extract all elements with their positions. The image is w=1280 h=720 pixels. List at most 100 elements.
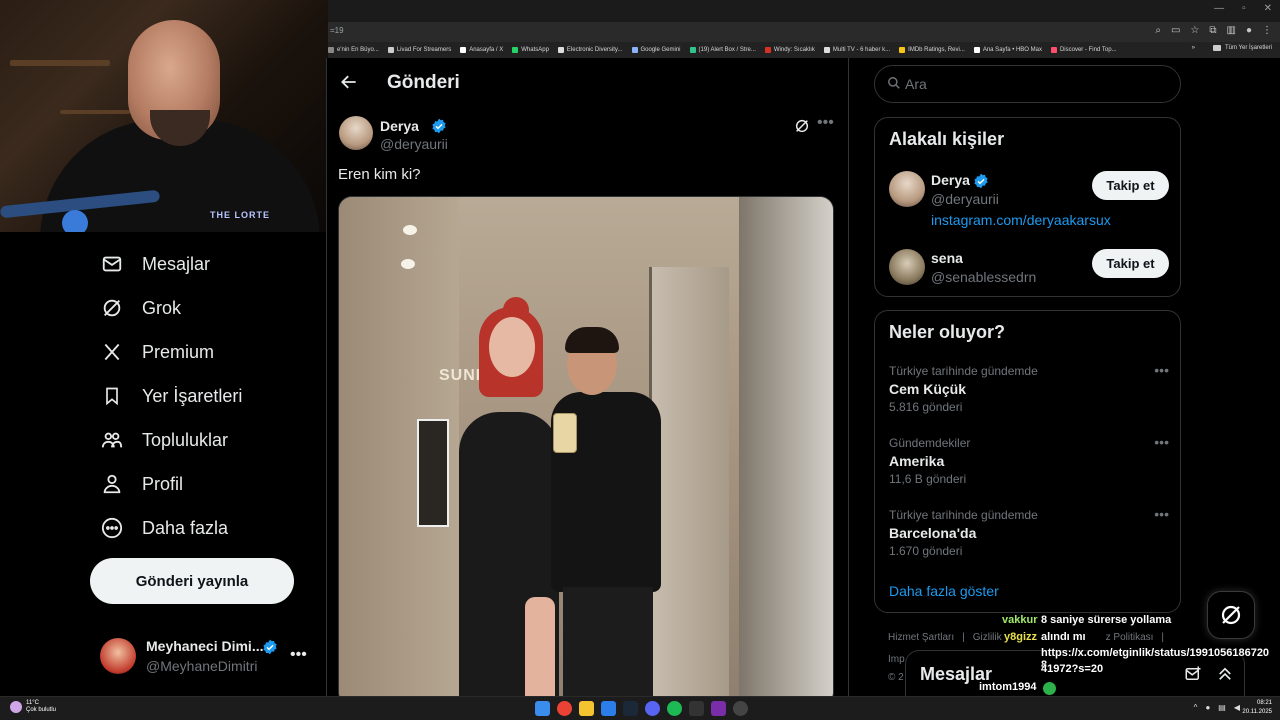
bookmarks-right: » Tüm Yer İşaretleri <box>1192 45 1272 51</box>
bookmark-favicon-icon <box>460 47 467 53</box>
sidebar-item-premium[interactable]: Premium <box>100 340 214 364</box>
file-explorer-icon[interactable] <box>579 701 594 716</box>
related-person[interactable]: Derya @deryaurii instagram.com/deryaakar… <box>889 171 1169 231</box>
screen: — ▫ ✕ =19 ⌕ ▭ ☆ ⧉ ▥ ● ⋮ e'nin En Büyo...… <box>0 0 1280 720</box>
bookmark-item[interactable]: Multi TV - 6 haber k... <box>823 47 890 53</box>
bookmark-item[interactable]: IMDb Ratings, Revi... <box>899 47 965 53</box>
start-icon[interactable] <box>535 701 550 716</box>
tray-chevron-icon[interactable]: ^ <box>1194 703 1198 712</box>
bookmark-item[interactable]: Discover - Find Top... <box>1050 47 1117 53</box>
author-name[interactable]: Derya <box>380 118 419 134</box>
address-bar[interactable]: =19 ⌕ ▭ ☆ ⧉ ▥ ● ⋮ <box>328 22 1280 42</box>
bookmark-item[interactable]: e'nin En Büyo... <box>328 47 379 53</box>
back-arrow-icon[interactable] <box>339 72 363 96</box>
bookmark-item[interactable]: Electronic Diversity... <box>557 47 623 53</box>
author-handle[interactable]: @deryaurii <box>380 136 448 152</box>
zoom-icon[interactable]: ⌕ <box>1155 25 1161 36</box>
author-avatar[interactable] <box>339 116 373 150</box>
minimize-icon[interactable]: — <box>1214 3 1224 14</box>
taskbar-clock[interactable]: 08:21 20.11.2025 <box>1242 699 1272 717</box>
person-handle[interactable]: @deryaurii <box>931 191 999 207</box>
sidebar-item-communities[interactable]: Topluluklar <box>100 428 228 452</box>
photo-wall-sign: SUNI <box>439 367 482 384</box>
bookmark-item[interactable]: Google Gemini <box>631 47 681 53</box>
volume-icon[interactable]: ◀ <box>1234 703 1240 712</box>
x-logo-icon <box>100 340 124 364</box>
footer-imprint[interactable]: Imp <box>888 654 905 665</box>
app-icon[interactable] <box>601 701 616 716</box>
sidebar-item-profile[interactable]: Profil <box>100 472 183 496</box>
trend-item[interactable]: Türkiye tarihinde gündemde Cem Küçük 5.8… <box>889 362 1169 420</box>
spotify-icon[interactable] <box>667 701 682 716</box>
close-icon[interactable]: ✕ <box>1264 3 1272 14</box>
trend-more-icon[interactable]: ••• <box>1154 362 1169 378</box>
steam-icon[interactable] <box>623 701 638 716</box>
bookmark-item[interactable]: Anasayfa / X <box>460 47 503 53</box>
extensions-icon[interactable]: ⧉ <box>1209 25 1216 36</box>
person-handle[interactable]: @senablessedrn <box>931 269 1036 285</box>
person-name[interactable]: Derya <box>931 172 970 188</box>
chat-username: imtom1994 <box>979 681 1037 693</box>
star-icon[interactable]: ☆ <box>1190 25 1199 36</box>
sidebar-item-more[interactable]: Daha fazla <box>100 516 228 540</box>
grok-explain-icon[interactable] <box>794 118 810 139</box>
obs-icon[interactable] <box>733 701 748 716</box>
grok-floating-button[interactable] <box>1207 591 1255 639</box>
footer-privacy-link[interactable]: Gizlilik <box>973 632 1002 643</box>
menu-icon[interactable]: ⋮ <box>1262 25 1272 36</box>
mic-icon[interactable]: ● <box>1205 703 1210 712</box>
bookmark-item[interactable]: (19) Alert Box / Stre... <box>689 47 756 53</box>
post-more-icon[interactable]: ••• <box>817 114 834 132</box>
weather-widget[interactable]: 11°C Çok bulutlu <box>10 700 56 714</box>
bookmark-item[interactable]: Ana Sayfa • HBO Max <box>973 47 1042 53</box>
bookmark-item[interactable]: Windy: Sıcaklık <box>764 47 815 53</box>
person-bio-link[interactable]: instagram.com/deryaakarsux <box>931 212 1111 228</box>
bookmark-label: Discover - Find Top... <box>1059 47 1117 53</box>
all-bookmarks-link[interactable]: Tüm Yer İşaretleri <box>1225 45 1272 51</box>
sidebar-item-label: Topluluklar <box>142 429 229 450</box>
discord-icon[interactable] <box>645 701 660 716</box>
follow-button[interactable]: Takip et <box>1092 171 1169 200</box>
chrome-icon[interactable] <box>557 701 572 716</box>
profile-icon[interactable]: ● <box>1246 25 1252 36</box>
person-avatar[interactable] <box>889 249 925 285</box>
person-avatar[interactable] <box>889 171 925 207</box>
account-switcher[interactable]: Meyhaneci Dimi... @MeyhaneDimitri ••• <box>100 632 310 680</box>
account-handle: @MeyhaneDimitri <box>146 658 258 674</box>
bookmark-item[interactable]: WhatsApp <box>512 47 549 53</box>
related-person[interactable]: sena @senablessedrn Takip et <box>889 249 1169 309</box>
bookmark-item[interactable]: Livad For Streamers <box>387 47 451 53</box>
account-avatar <box>100 638 136 674</box>
sidebar-item-messages[interactable]: Mesajlar <box>100 252 210 276</box>
window-controls: — ▫ ✕ <box>1214 3 1272 14</box>
show-more-link[interactable]: Daha fazla göster <box>889 583 999 599</box>
grok-icon <box>100 296 124 320</box>
trend-item[interactable]: Türkiye tarihinde gündemde Barcelona'da … <box>889 506 1169 564</box>
app-icon[interactable] <box>711 701 726 716</box>
sidepanel-icon[interactable]: ▥ <box>1227 25 1236 36</box>
maximize-icon[interactable]: ▫ <box>1242 3 1246 14</box>
bookmark-favicon-icon <box>328 47 334 53</box>
shelf <box>60 110 130 114</box>
network-icon[interactable]: ▤ <box>1218 703 1226 712</box>
search-input[interactable] <box>905 74 1165 94</box>
epic-games-icon[interactable] <box>689 701 704 716</box>
sidebar-item-bookmarks[interactable]: Yer İşaretleri <box>100 384 242 408</box>
footer-cookie-link[interactable]: z Politikası <box>1106 632 1154 643</box>
bookmark-favicon-icon <box>387 47 394 53</box>
envelope-icon <box>100 252 124 276</box>
post-button[interactable]: Gönderi yayınla <box>90 558 294 604</box>
footer-terms-link[interactable]: Hizmet Şartları <box>888 632 954 643</box>
follow-button[interactable]: Takip et <box>1092 249 1169 278</box>
url-text[interactable]: =19 <box>330 26 344 35</box>
search-box[interactable] <box>874 65 1181 103</box>
trend-more-icon[interactable]: ••• <box>1154 434 1169 450</box>
person-name[interactable]: sena <box>931 250 963 266</box>
trend-more-icon[interactable]: ••• <box>1154 506 1169 522</box>
cast-icon[interactable]: ▭ <box>1171 25 1180 36</box>
sidebar-item-grok[interactable]: Grok <box>100 296 181 320</box>
post-photo[interactable]: SUNI <box>338 196 834 696</box>
trend-item[interactable]: Gündemdekiler Amerika 11,6 B gönderi ••• <box>889 434 1169 492</box>
bookmarks-overflow[interactable]: » <box>1192 45 1195 51</box>
account-more-icon[interactable]: ••• <box>290 646 307 664</box>
